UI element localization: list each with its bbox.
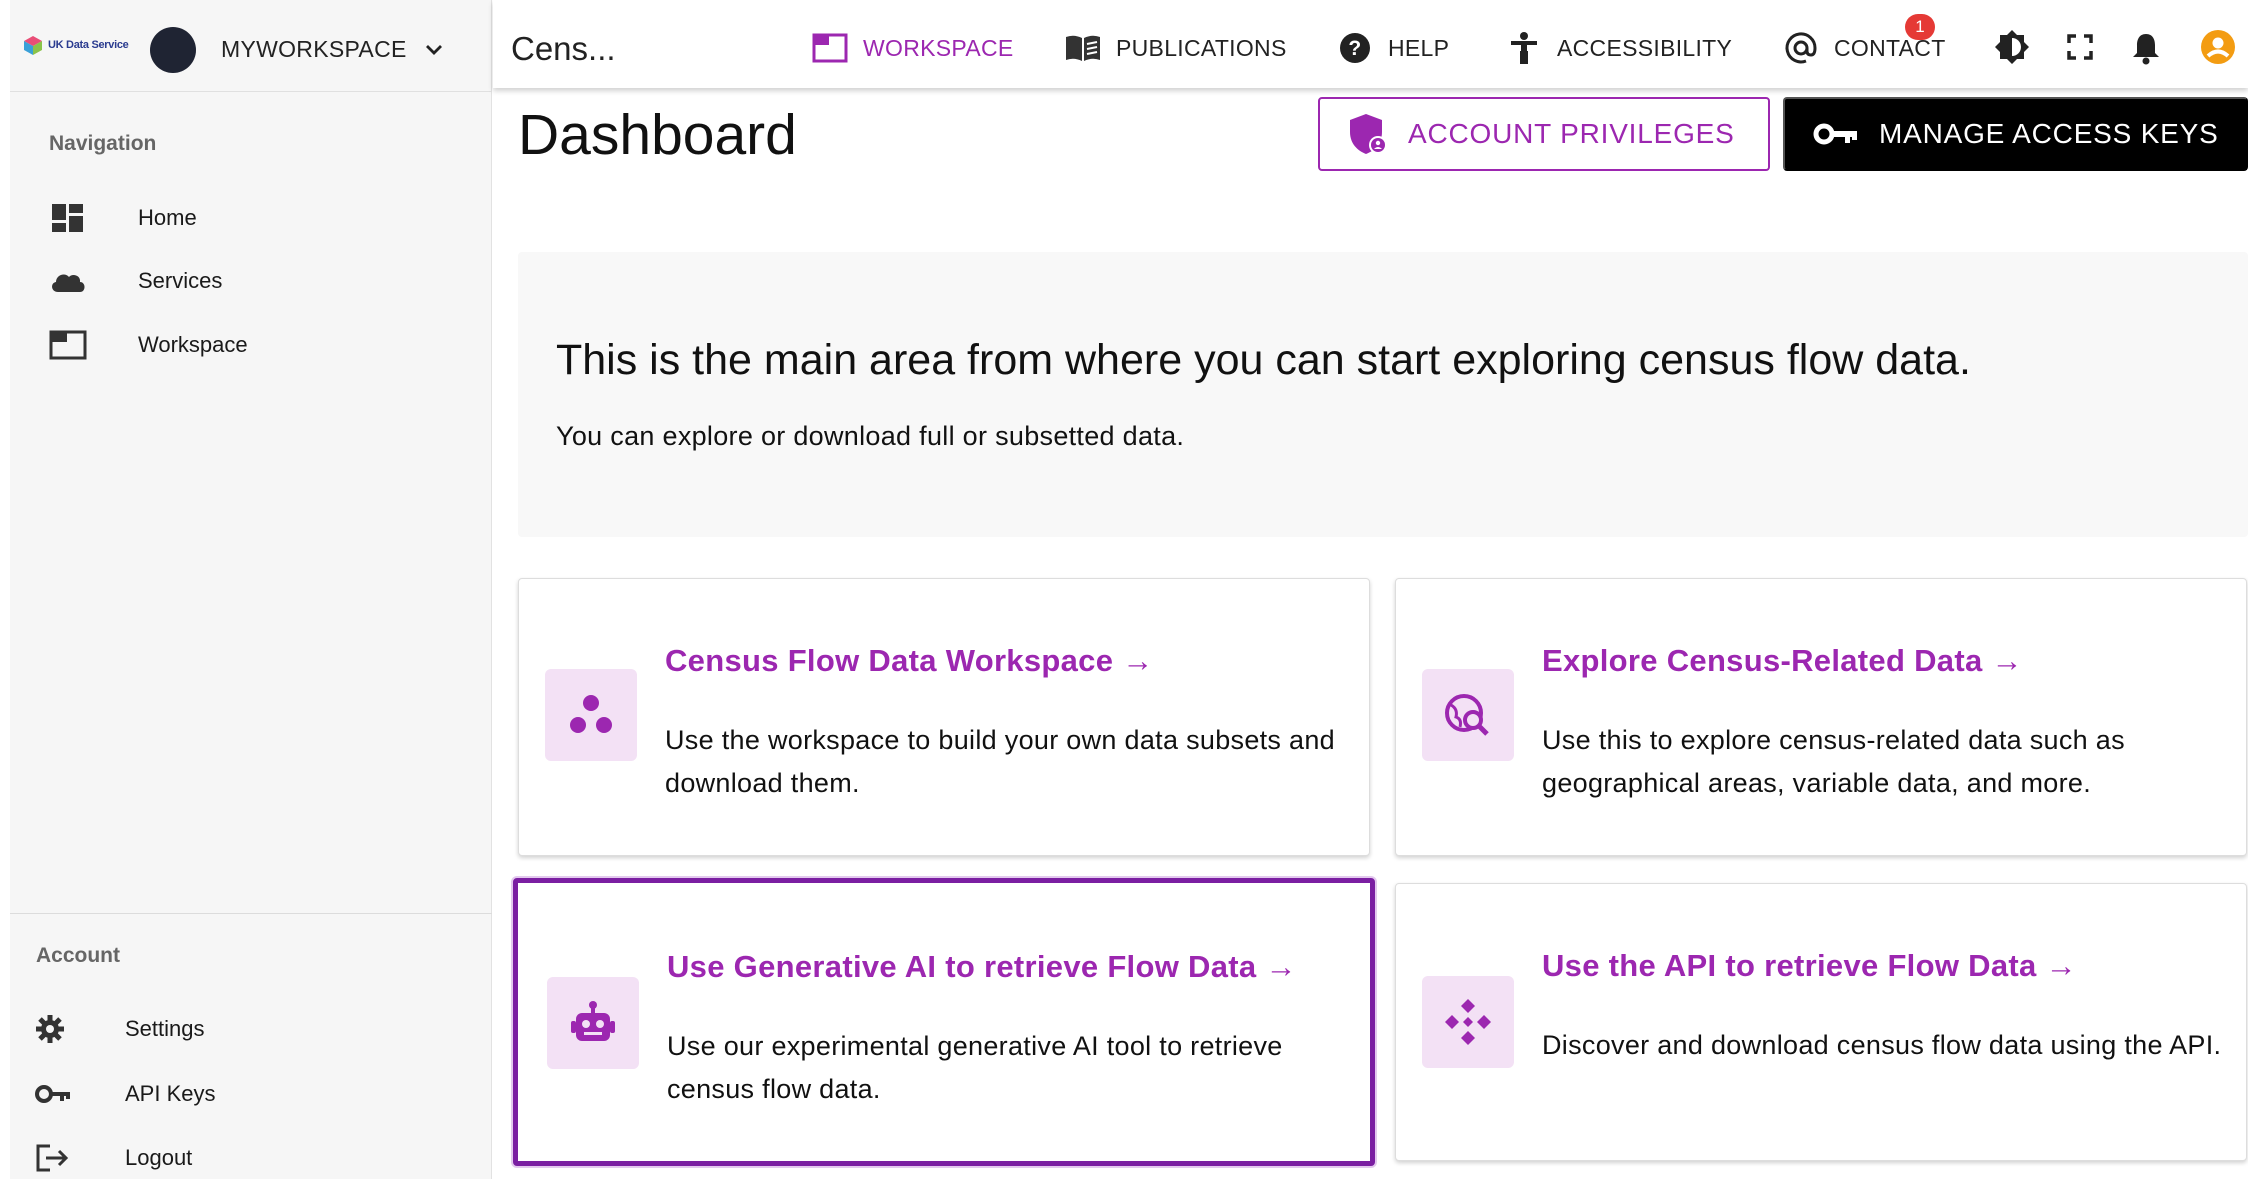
- card-api-flow-data[interactable]: Use the API to retrieve Flow Data → Disc…: [1395, 883, 2247, 1161]
- tab-publications[interactable]: PUBLICATIONS: [1064, 28, 1287, 68]
- accessibility-icon: [1511, 32, 1537, 64]
- card-text: Use the workspace to build your own data…: [665, 725, 1335, 798]
- bell-icon[interactable]: [2127, 28, 2165, 66]
- key-icon: [1813, 123, 1857, 145]
- key-icon: [35, 1085, 70, 1103]
- card-explore-census-data[interactable]: Explore Census-Related Data → Use this t…: [1395, 578, 2247, 856]
- at-sign-icon: [1785, 32, 1817, 64]
- sidebar-item-label: Logout: [125, 1145, 193, 1170]
- workspace-avatar[interactable]: [150, 27, 196, 73]
- tab-accessibility[interactable]: ACCESSIBILITY: [1505, 28, 1732, 68]
- sidebar-item-label: Settings: [125, 1016, 205, 1041]
- sidebar-item-services[interactable]: Services: [10, 252, 492, 308]
- account-heading: Account: [36, 944, 120, 967]
- shield-user-icon: [1350, 114, 1387, 154]
- card-title[interactable]: Use Generative AI to retrieve Flow Data …: [667, 949, 1297, 985]
- sidebar-item-label: Home: [138, 205, 197, 230]
- page-crumb: Cens...: [511, 30, 616, 67]
- card-icon-box: [1422, 669, 1514, 761]
- intro-heading: This is the main area from where you can…: [556, 336, 1971, 384]
- account-privileges-button[interactable]: ACCOUNT PRIVILEGES: [1318, 97, 1770, 171]
- logo-text: UK Data Service: [48, 39, 129, 51]
- card-census-flow-workspace[interactable]: Census Flow Data Workspace → Use the wor…: [518, 578, 1370, 856]
- cube-logo-icon: [24, 36, 42, 55]
- button-label: MANAGE ACCESS KEYS: [1879, 118, 2219, 149]
- sidebar-item-label: Workspace: [138, 332, 248, 357]
- card-text: Use our experimental generative AI tool …: [667, 1031, 1283, 1104]
- sidebar-item-logout[interactable]: Logout: [10, 1131, 492, 1179]
- sidebar-item-settings[interactable]: Settings: [10, 1002, 492, 1054]
- sidebar-item-label: API Keys: [125, 1081, 216, 1106]
- book-icon: [1066, 35, 1100, 61]
- card-generative-ai[interactable]: Use Generative AI to retrieve Flow Data …: [513, 878, 1375, 1166]
- tab-label: HELP: [1388, 34, 1450, 61]
- card-title[interactable]: Census Flow Data Workspace →: [665, 643, 1153, 679]
- sidebar-item-api-keys[interactable]: API Keys: [10, 1067, 492, 1119]
- tab-label: PUBLICATIONS: [1116, 34, 1287, 61]
- card-text: Use this to explore census-related data …: [1542, 725, 2125, 798]
- notification-badge: 1: [1905, 14, 1935, 40]
- chevron-down-icon[interactable]: [422, 38, 446, 62]
- page-title: Dashboard: [518, 103, 797, 167]
- dots-icon: [570, 695, 612, 733]
- help-icon: ?: [1340, 33, 1370, 63]
- gear-icon: [36, 1015, 64, 1043]
- window-icon: [49, 330, 87, 360]
- dashboard-icon: [52, 204, 83, 232]
- sidebar-header: UK Data Service MYWORKSPACE: [10, 0, 492, 92]
- sidebar-item-label: Services: [138, 268, 223, 293]
- card-title[interactable]: Explore Census-Related Data →: [1542, 643, 2023, 679]
- uk-data-service-logo[interactable]: UK Data Service: [22, 34, 129, 56]
- top-bar: Cens... WORKSPACE PUBLICATIONS ? HELP AC…: [493, 0, 2248, 88]
- svg-text:?: ?: [1348, 37, 1361, 60]
- card-icon-box: [1422, 976, 1514, 1068]
- fullscreen-icon[interactable]: [2061, 28, 2099, 66]
- theme-toggle-icon[interactable]: [1993, 28, 2031, 66]
- card-text: Discover and download census flow data u…: [1542, 1030, 2222, 1060]
- card-title[interactable]: Use the API to retrieve Flow Data →: [1542, 948, 2077, 984]
- navigation-heading: Navigation: [49, 132, 157, 155]
- api-icon: [1445, 999, 1491, 1045]
- manage-access-keys-button[interactable]: MANAGE ACCESS KEYS: [1783, 97, 2248, 171]
- window-icon: [812, 33, 848, 63]
- globe-search-icon: [1445, 694, 1489, 736]
- sidebar: UK Data Service MYWORKSPACE Navigation H…: [10, 0, 492, 1179]
- tab-label: WORKSPACE: [863, 34, 1014, 61]
- card-icon-box: [545, 669, 637, 761]
- tab-help[interactable]: ? HELP: [1336, 28, 1449, 68]
- robot-icon: [571, 1001, 615, 1041]
- logout-icon: [36, 1144, 69, 1172]
- tab-label: ACCESSIBILITY: [1557, 34, 1733, 61]
- workspace-name[interactable]: MYWORKSPACE: [221, 36, 407, 63]
- user-avatar-icon[interactable]: [2199, 28, 2237, 66]
- account-divider: [10, 913, 492, 914]
- intro-text: You can explore or download full or subs…: [556, 421, 1185, 451]
- button-label: ACCOUNT PRIVILEGES: [1408, 118, 1735, 149]
- intro-panel: This is the main area from where you can…: [518, 252, 2248, 537]
- tab-workspace[interactable]: WORKSPACE: [811, 28, 1014, 68]
- sidebar-item-home[interactable]: Home: [10, 189, 492, 245]
- cloud-icon: [52, 274, 85, 292]
- tab-label: CONTACT: [1834, 34, 1946, 61]
- card-icon-box: [547, 977, 639, 1069]
- sidebar-item-workspace[interactable]: Workspace: [10, 316, 492, 372]
